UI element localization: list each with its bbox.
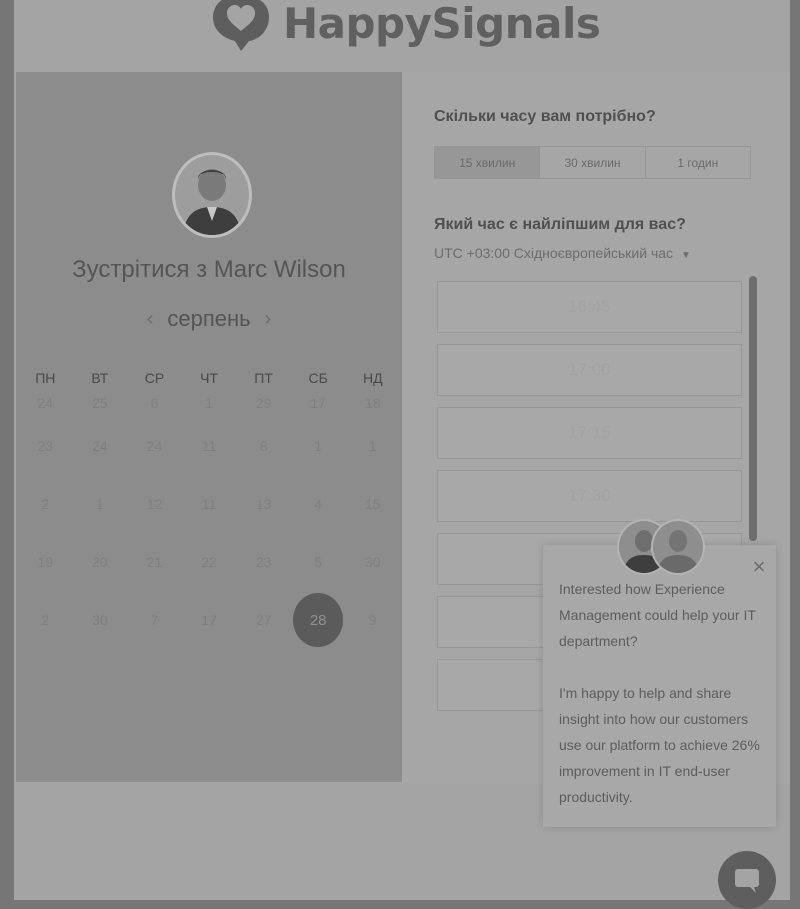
calendar-day[interactable]: 30 xyxy=(345,533,400,591)
calendar-week: 2 1 12 11 13 4 15 xyxy=(18,475,400,533)
calendar-day[interactable]: 11 xyxy=(182,417,237,475)
calendar-day[interactable]: 2 xyxy=(18,591,73,649)
calendar-day[interactable]: 6 xyxy=(127,392,182,417)
host-avatar xyxy=(172,152,252,238)
weekday-label: ПТ xyxy=(254,370,273,386)
brand-name: HappySignals xyxy=(283,0,601,48)
weekday-header: ПН ВТ СР ЧТ ПТ СБ НД xyxy=(18,370,400,386)
time-slot[interactable]: 17:30 xyxy=(437,470,742,522)
calendar-day[interactable]: 2 xyxy=(18,475,73,533)
calendar-day[interactable]: 24 xyxy=(73,417,128,475)
calendar-day[interactable]: 20 xyxy=(73,533,128,591)
time-question: Який час є найліпшим для вас? xyxy=(434,216,686,233)
calendar-day[interactable]: 23 xyxy=(18,417,73,475)
chat-paragraph: I'm happy to help and share insight into… xyxy=(559,685,760,805)
calendar-day[interactable]: 1 xyxy=(182,392,237,417)
weekday-label: ЧТ xyxy=(200,370,218,386)
weekday-label: НД xyxy=(362,370,383,386)
calendar-day[interactable]: 17 xyxy=(291,392,346,417)
timezone-dropdown[interactable]: UTC +03:00 Східноєвропейський час ▼ xyxy=(434,245,691,261)
time-slot[interactable]: 17:15 xyxy=(437,407,742,459)
close-icon[interactable]: × xyxy=(748,556,770,578)
agent-avatar xyxy=(651,519,705,575)
duration-option[interactable]: 1 годин xyxy=(646,147,750,178)
calendar-day[interactable]: 1 xyxy=(73,475,128,533)
calendar-day[interactable]: 5 xyxy=(291,533,346,591)
calendar-day[interactable]: 18 xyxy=(345,392,400,417)
chat-message: Interested how Experience Management cou… xyxy=(559,576,764,836)
calendar-day[interactable]: 13 xyxy=(236,475,291,533)
calendar-week: 19 20 21 22 23 5 30 xyxy=(18,533,400,591)
calendar-week: 24 25 6 1 29 17 18 xyxy=(18,392,400,417)
calendar-day[interactable]: 19 xyxy=(18,533,73,591)
duration-option[interactable]: 15 хвилин xyxy=(435,147,541,178)
slot-list-scrollbar[interactable] xyxy=(749,276,757,541)
calendar-day[interactable]: 23 xyxy=(236,533,291,591)
duration-option[interactable]: 30 хвилин xyxy=(540,147,646,178)
calendar-grid: 24 25 6 1 29 17 18 23 24 24 11 8 1 1 2 1… xyxy=(18,392,400,649)
timezone-label: UTC +03:00 Східноєвропейський час xyxy=(434,245,674,261)
chat-launcher-button[interactable] xyxy=(718,851,776,909)
calendar-day[interactable]: 15 xyxy=(345,475,400,533)
chat-agent-avatars xyxy=(617,519,705,575)
calendar-day[interactable]: 27 xyxy=(236,591,291,649)
duration-question: Скільки часу вам потрібно? xyxy=(434,108,656,125)
calendar-day[interactable]: 30 xyxy=(73,591,128,649)
chevron-left-icon[interactable]: ‹ xyxy=(147,308,154,331)
current-month: серпень xyxy=(167,306,251,331)
calendar-day[interactable]: 7 xyxy=(127,591,182,649)
weekday-label: ВТ xyxy=(91,370,109,386)
calendar-day[interactable]: 29 xyxy=(236,392,291,417)
calendar-day-selected[interactable]: 28 xyxy=(291,591,346,649)
calendar-day[interactable]: 22 xyxy=(182,533,237,591)
calendar-day[interactable]: 12 xyxy=(127,475,182,533)
calendar-week: 2 30 7 17 27 28 9 xyxy=(18,591,400,649)
time-slot[interactable]: 17:00 xyxy=(437,344,742,396)
duration-selector: 15 хвилин 30 хвилин 1 годин xyxy=(434,146,751,179)
calendar-week: 23 24 24 11 8 1 1 xyxy=(18,417,400,475)
brand-logo: HappySignals xyxy=(205,0,605,58)
time-slot[interactable]: 16:45 xyxy=(437,281,742,333)
calendar-day[interactable]: 1 xyxy=(345,417,400,475)
calendar-day[interactable]: 1 xyxy=(291,417,346,475)
month-navigation: ‹ серпень › xyxy=(16,306,402,332)
calendar-day[interactable]: 8 xyxy=(236,417,291,475)
selected-day-label: 28 xyxy=(293,593,344,647)
weekday-label: СР xyxy=(144,370,165,386)
calendar-day[interactable]: 4 xyxy=(291,475,346,533)
calendar-day[interactable]: 9 xyxy=(345,591,400,649)
calendar-day[interactable]: 24 xyxy=(127,417,182,475)
calendar-day[interactable]: 21 xyxy=(127,533,182,591)
weekday-label: ПН xyxy=(35,370,56,386)
calendar-day[interactable]: 24 xyxy=(18,392,73,417)
chat-paragraph: Interested how Experience Management cou… xyxy=(559,581,756,649)
happysignals-logo-icon xyxy=(213,0,269,51)
weekday-label: СБ xyxy=(308,370,328,386)
caret-down-icon: ▼ xyxy=(680,250,691,261)
calendar-day[interactable]: 11 xyxy=(182,475,237,533)
calendar-day[interactable]: 25 xyxy=(73,392,128,417)
calendar-day[interactable]: 17 xyxy=(182,591,237,649)
chat-bubble-icon xyxy=(735,869,759,893)
meet-with-title: Зустрітися з Marc Wilson xyxy=(72,256,346,283)
chevron-right-icon[interactable]: › xyxy=(265,308,272,331)
